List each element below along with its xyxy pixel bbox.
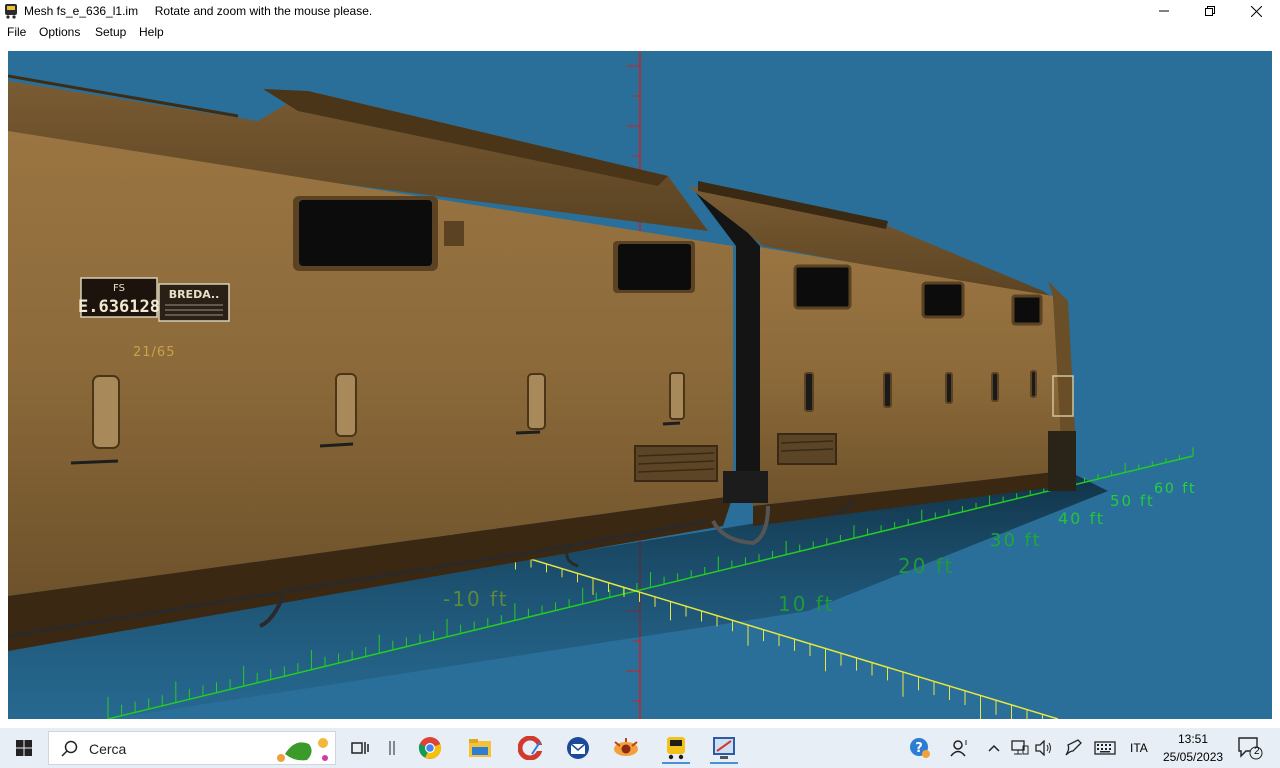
menu-setup[interactable]: Setup [95, 25, 126, 39]
chevron-up-icon [988, 744, 1000, 752]
train-app-icon[interactable] [4, 3, 18, 19]
keyboard-icon [1094, 741, 1116, 755]
taskbar-ccleaner[interactable] [510, 732, 550, 764]
builder-name: BREDA.. [169, 288, 220, 301]
scene-canvas: -10 ft 10 ft 20 ft 30 ft 40 ft 50 ft 60 … [8, 51, 1196, 719]
builder-plate: BREDA.. [158, 283, 230, 322]
mesh-viewer-icon [713, 737, 735, 759]
train-app-icon [667, 737, 685, 760]
search-placeholder: Cerca [89, 741, 127, 757]
eye-app-icon [614, 738, 638, 756]
close-icon [1250, 5, 1262, 17]
grid-label-10: 10 ft [778, 592, 834, 616]
taskbar-mesh-viewer[interactable] [704, 732, 744, 764]
menu-options[interactable]: Options [39, 25, 80, 39]
taskbar-chrome[interactable] [410, 732, 450, 764]
menu-file[interactable]: File [7, 25, 26, 39]
notification-count: 2 [1254, 746, 1260, 757]
tray-people[interactable] [940, 732, 980, 764]
thunderbird-icon [567, 737, 589, 759]
grid-label-30: 30 ft [990, 530, 1042, 551]
windows-logo-icon [16, 740, 32, 756]
chrome-icon [418, 737, 442, 759]
plate-prefix: FS [113, 283, 125, 294]
window-title: Mesh fs_e_636_l1.im Rotate and zoom with… [24, 4, 373, 18]
grid-label-40: 40 ft [1058, 509, 1105, 528]
network-icon [1011, 740, 1029, 755]
search-highlight-icon [277, 738, 328, 762]
active-indicator [710, 762, 738, 764]
separator-icon [389, 741, 395, 755]
task-view-icon [351, 742, 369, 754]
menu-bar: File Options Setup Help [0, 22, 1280, 42]
grid-label-60: 60 ft [1154, 481, 1196, 497]
tray-help[interactable]: ? [900, 732, 940, 764]
volume-icon [1035, 740, 1051, 756]
taskbar-train-app[interactable] [656, 732, 696, 764]
pen-icon [1065, 739, 1082, 756]
taskbar-eye-app[interactable] [606, 732, 646, 764]
close-button[interactable] [1233, 0, 1279, 22]
side-mark: 21/65 [133, 345, 175, 360]
tray-pen[interactable] [1060, 732, 1086, 764]
loco-number-plate: FS E.636128 [78, 277, 160, 318]
restore-button[interactable] [1187, 0, 1233, 22]
ccleaner-icon [518, 736, 542, 760]
notification-center-button[interactable]: 2 [1230, 732, 1270, 764]
taskbar: Cerca ? ITA 13:51 25/05/2023 2 [0, 728, 1280, 768]
search-icon [61, 740, 78, 757]
title-bar: Mesh fs_e_636_l1.im Rotate and zoom with… [0, 0, 1280, 22]
language-indicator[interactable]: ITA [1130, 741, 1148, 755]
people-icon [950, 740, 967, 757]
folder-icon [469, 739, 491, 757]
taskbar-thunderbird[interactable] [558, 732, 598, 764]
clock-date[interactable]: 25/05/2023 [1163, 750, 1223, 764]
svg-text:?: ? [915, 741, 923, 756]
3d-viewport[interactable]: -10 ft 10 ft 20 ft 30 ft 40 ft 50 ft 60 … [8, 51, 1272, 719]
menu-help[interactable]: Help [139, 25, 164, 39]
tray-network[interactable] [1008, 732, 1032, 764]
grid-label-minus10: -10 ft [443, 587, 509, 611]
grid-label-50: 50 ft [1110, 492, 1155, 510]
grid-label-20: 20 ft [898, 554, 954, 578]
tray-show-hidden[interactable] [984, 732, 1004, 764]
tray-keyboard[interactable] [1090, 732, 1120, 764]
help-icon: ? [910, 738, 930, 758]
clock-time[interactable]: 13:51 [1178, 732, 1208, 746]
minimize-icon [1159, 10, 1169, 12]
widgets-separator [372, 732, 412, 764]
minimize-button[interactable] [1141, 0, 1187, 22]
taskbar-file-explorer[interactable] [460, 732, 500, 764]
plate-number: E.636128 [78, 297, 160, 317]
tray-volume[interactable] [1032, 732, 1056, 764]
taskbar-search[interactable]: Cerca [48, 731, 336, 765]
restore-icon [1205, 6, 1215, 16]
start-button[interactable] [4, 732, 44, 764]
active-indicator [662, 762, 690, 764]
